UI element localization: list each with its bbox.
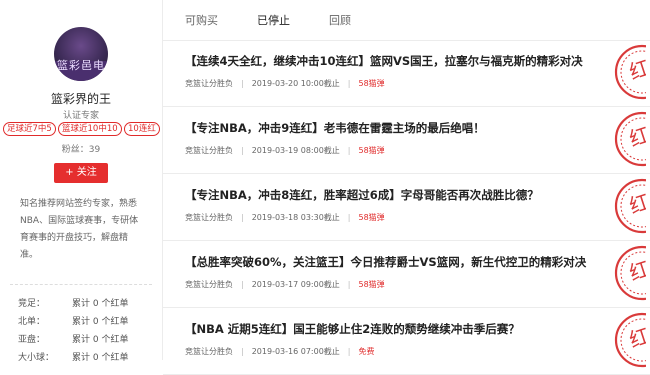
item-meta: 竞篮让分胜负 | 2019-03-17 09:00截止 | 58猫弹 — [185, 280, 385, 289]
item-title[interactable]: 【专注NBA，冲击8连红，胜率超过6成】字母哥能否再次战胜比德？ — [185, 187, 605, 203]
stat-row: 北单： 累计 0 个红单 — [18, 314, 158, 332]
stat-label: 大小球： — [18, 353, 55, 363]
item-title[interactable]: 【连续4天全红，继续冲击10连红】篮网VS国王，拉塞尔与福克斯的精彩对决 — [185, 53, 605, 69]
item-category: 竞篮让分胜负 — [185, 79, 233, 88]
red-hit-stamp-icon: 红 — [614, 312, 646, 368]
record-tag: 足球近7中5 — [3, 122, 56, 136]
stat-row: 竞足： 累计 0 个红单 — [18, 296, 158, 314]
list-item: 【专注NBA，冲击8连红，胜率超过6成】字母哥能否再次战胜比德？ 竞篮让分胜负 |… — [163, 174, 650, 241]
red-hit-stamp-icon: 红 — [614, 245, 646, 301]
item-title[interactable]: 【NBA 近期5连红】国王能够止住2连败的颓势继续冲击季后赛？ — [185, 321, 605, 337]
item-meta: 竞篮让分胜负 | 2019-03-20 10:00截止 | 58猫弹 — [185, 79, 385, 88]
item-price: 58猫弹 — [358, 280, 385, 289]
stat-label: 竞足： — [18, 299, 46, 309]
stamp-text: 红 — [626, 122, 646, 151]
item-title[interactable]: 【总胜率突破60%，关注篮王】今日推荐爵士VS篮网，新生代控卫的精彩对决 — [185, 254, 605, 270]
avatar-watermark-text: 篮彩邑电 — [57, 59, 105, 72]
expert-sidebar: 篮彩邑电 篮彩界的王 认证专家 足球近7中5 篮球近10中10 10连红 粉丝：… — [0, 0, 163, 363]
expert-name[interactable]: 篮彩界的王 — [0, 90, 162, 107]
record-tag: 篮球近10中10 — [58, 122, 122, 136]
tab-bar: 可购买 已停止 回顾 — [163, 0, 650, 41]
list-item: 【专注NBA，冲击9连红】老韦德在雷霆主场的最后绝唱！ 竞篮让分胜负 | 2019-… — [163, 107, 650, 174]
avatar[interactable]: 篮彩邑电 — [54, 27, 108, 81]
stat-row: 亚盘： 累计 0 个红单 — [18, 332, 158, 350]
item-deadline: 2019-03-18 03:30截止 — [251, 213, 340, 222]
record-stats: 竞足： 累计 0 个红单 北单： 累计 0 个红单 亚盘： 累计 0 个红单 大… — [18, 296, 158, 368]
item-deadline: 2019-03-20 10:00截止 — [251, 79, 340, 88]
item-category: 竞篮让分胜负 — [185, 213, 233, 222]
item-price: 58猫弹 — [358, 79, 385, 88]
tab-review[interactable]: 回顾 — [329, 12, 351, 28]
stat-value: 累计 0 个红单 — [72, 299, 129, 309]
stat-value: 累计 0 个红单 — [72, 353, 129, 363]
follow-button[interactable]: + 关注 — [54, 163, 108, 183]
fans-count: 粉丝：39 — [61, 145, 101, 155]
item-price: 免费 — [358, 347, 375, 356]
tab-stopped[interactable]: 已停止 — [257, 12, 290, 28]
item-deadline: 2019-03-19 08:00截止 — [251, 146, 340, 155]
item-deadline: 2019-03-17 09:00截止 — [251, 280, 340, 289]
item-price: 58猫弹 — [358, 146, 385, 155]
list-item: 【连续4天全红，继续冲击10连红】篮网VS国王，拉塞尔与福克斯的精彩对决 竞篮让… — [163, 40, 650, 107]
dashed-divider — [10, 284, 152, 285]
stat-label: 亚盘： — [18, 335, 46, 345]
stat-row: 大小球： 累计 0 个红单 — [18, 350, 158, 368]
red-hit-stamp-icon: 红 — [614, 44, 646, 100]
stamp-text: 红 — [626, 323, 646, 352]
tab-purchasable[interactable]: 可购买 — [185, 12, 218, 28]
expert-role: 认证专家 — [62, 111, 99, 121]
stat-value: 累计 0 个红单 — [72, 317, 129, 327]
stamp-text: 红 — [626, 55, 646, 84]
stamp-text: 红 — [626, 189, 646, 218]
red-hit-stamp-icon: 红 — [614, 178, 646, 234]
record-tag: 10连红 — [124, 122, 160, 136]
item-meta: 竞篮让分胜负 | 2019-03-19 08:00截止 | 58猫弹 — [185, 146, 385, 155]
item-category: 竞篮让分胜负 — [185, 146, 233, 155]
stat-label: 北单： — [18, 317, 46, 327]
item-category: 竞篮让分胜负 — [185, 280, 233, 289]
expert-bio: 知名推荐网站签约专家，熟悉NBA、国际篮球赛事，专研体育赛事的开盘技巧，解盘精准… — [20, 199, 139, 260]
list-item: 【NBA 近期5连红】国王能够止住2连败的颓势继续冲击季后赛？ 竞篮让分胜负 | 2… — [163, 308, 650, 375]
red-hit-stamp-icon: 红 — [614, 111, 646, 167]
item-deadline: 2019-03-16 07:00截止 — [251, 347, 340, 356]
stat-value: 累计 0 个红单 — [72, 335, 129, 345]
item-category: 竞篮让分胜负 — [185, 347, 233, 356]
stamp-text: 红 — [626, 256, 646, 285]
item-price: 58猫弹 — [358, 213, 385, 222]
item-title[interactable]: 【专注NBA，冲击9连红】老韦德在雷霆主场的最后绝唱！ — [185, 120, 605, 136]
record-tags: 足球近7中5 篮球近10中10 10连红 — [3, 122, 163, 136]
list-item: 【总胜率突破60%，关注篮王】今日推荐爵士VS篮网，新生代控卫的精彩对决 竞篮让… — [163, 241, 650, 308]
item-meta: 竞篮让分胜负 | 2019-03-18 03:30截止 | 58猫弹 — [185, 213, 385, 222]
item-meta: 竞篮让分胜负 | 2019-03-16 07:00截止 | 免费 — [185, 347, 375, 356]
